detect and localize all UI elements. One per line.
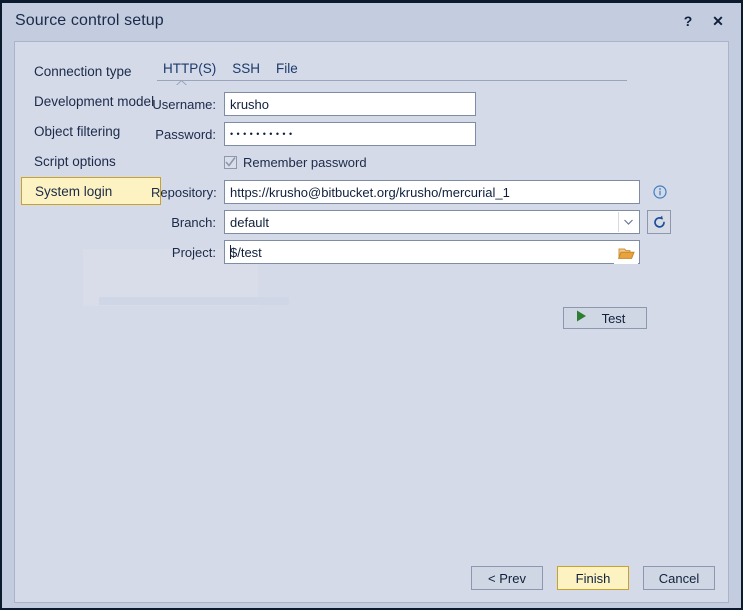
title-bar-buttons: ? ✕ xyxy=(673,3,733,39)
username-row: Username: krusho xyxy=(151,92,672,116)
password-label: Password: xyxy=(155,126,216,142)
project-input[interactable]: $/test xyxy=(224,240,640,264)
password-value: •••••••••• xyxy=(230,129,296,139)
sidebar-item-development-model[interactable]: Development model xyxy=(21,86,161,116)
username-label: Username: xyxy=(152,96,216,112)
tab-underline xyxy=(151,79,627,89)
sidebar-item-label: Object filtering xyxy=(34,123,121,139)
close-icon[interactable]: ✕ xyxy=(703,6,733,36)
finish-button[interactable]: Finish xyxy=(557,566,629,590)
page-title: Source control setup xyxy=(15,12,164,29)
branch-row: Branch: default xyxy=(151,210,672,234)
sidebar-item-label: Connection type xyxy=(34,63,132,79)
username-input[interactable]: krusho xyxy=(224,92,476,116)
branch-select[interactable]: default xyxy=(224,210,640,234)
remember-password-row[interactable]: Remember password xyxy=(224,152,672,172)
system-login-form: Username: krusho Password: •••••••••• Re… xyxy=(151,92,672,329)
wizard-step-nav: Connection type Development model Object… xyxy=(21,56,161,205)
browse-folder-icon[interactable] xyxy=(614,242,638,264)
username-value: krusho xyxy=(230,96,270,112)
title-bar: Source control setup ? ✕ xyxy=(2,3,741,39)
active-tab-indicator-icon xyxy=(173,76,190,85)
remember-password-checkbox[interactable] xyxy=(224,155,237,169)
tab-ssh[interactable]: SSH xyxy=(232,61,260,78)
refresh-branches-button[interactable] xyxy=(647,210,671,234)
branch-value: default xyxy=(230,214,270,230)
cancel-button[interactable]: Cancel xyxy=(643,566,715,590)
repository-row: Repository: https://krusho@bitbucket.org… xyxy=(151,180,672,204)
tab-file[interactable]: File xyxy=(276,61,298,78)
chevron-down-icon[interactable] xyxy=(618,212,638,232)
sidebar-item-object-filtering[interactable]: Object filtering xyxy=(21,116,161,146)
project-row: Project: $/test xyxy=(151,240,672,264)
help-button[interactable]: ? xyxy=(673,6,703,36)
sidebar-item-script-options[interactable]: Script options xyxy=(21,146,161,176)
sidebar-item-connection-type[interactable]: Connection type xyxy=(21,56,161,86)
repository-input[interactable]: https://krusho@bitbucket.org/krusho/merc… xyxy=(224,180,640,204)
repository-info-icon[interactable] xyxy=(648,180,672,204)
test-button-label: Test xyxy=(601,310,626,326)
test-connection-button[interactable]: Test xyxy=(563,307,647,329)
sidebar-item-label: Script options xyxy=(34,153,116,169)
repository-value: https://krusho@bitbucket.org/krusho/merc… xyxy=(230,184,510,200)
password-row: Password: •••••••••• xyxy=(151,122,672,146)
dialog-content-panel: Connection type Development model Object… xyxy=(14,41,729,603)
project-label: Project: xyxy=(171,244,216,260)
connection-type-tabs: HTTP(S) SSH File xyxy=(151,54,627,89)
render-artifact-secondary xyxy=(99,297,289,305)
dialog-window: Source control setup ? ✕ Connection type… xyxy=(0,0,743,610)
project-value: $/test xyxy=(230,244,262,260)
tabstrip: HTTP(S) SSH File xyxy=(151,54,621,78)
prev-button[interactable]: < Prev xyxy=(471,566,543,590)
remember-password-label: Remember password xyxy=(243,154,367,170)
branch-label: Branch: xyxy=(171,214,216,230)
sidebar-item-label: Development model xyxy=(34,93,155,109)
sidebar-item-system-login[interactable]: System login xyxy=(21,177,161,205)
tab-underline-line xyxy=(157,80,627,81)
password-input[interactable]: •••••••••• xyxy=(224,122,476,146)
dialog-footer: < Prev Finish Cancel xyxy=(15,566,730,590)
sidebar-item-label: System login xyxy=(35,183,113,199)
repository-label: Repository: xyxy=(151,184,217,200)
